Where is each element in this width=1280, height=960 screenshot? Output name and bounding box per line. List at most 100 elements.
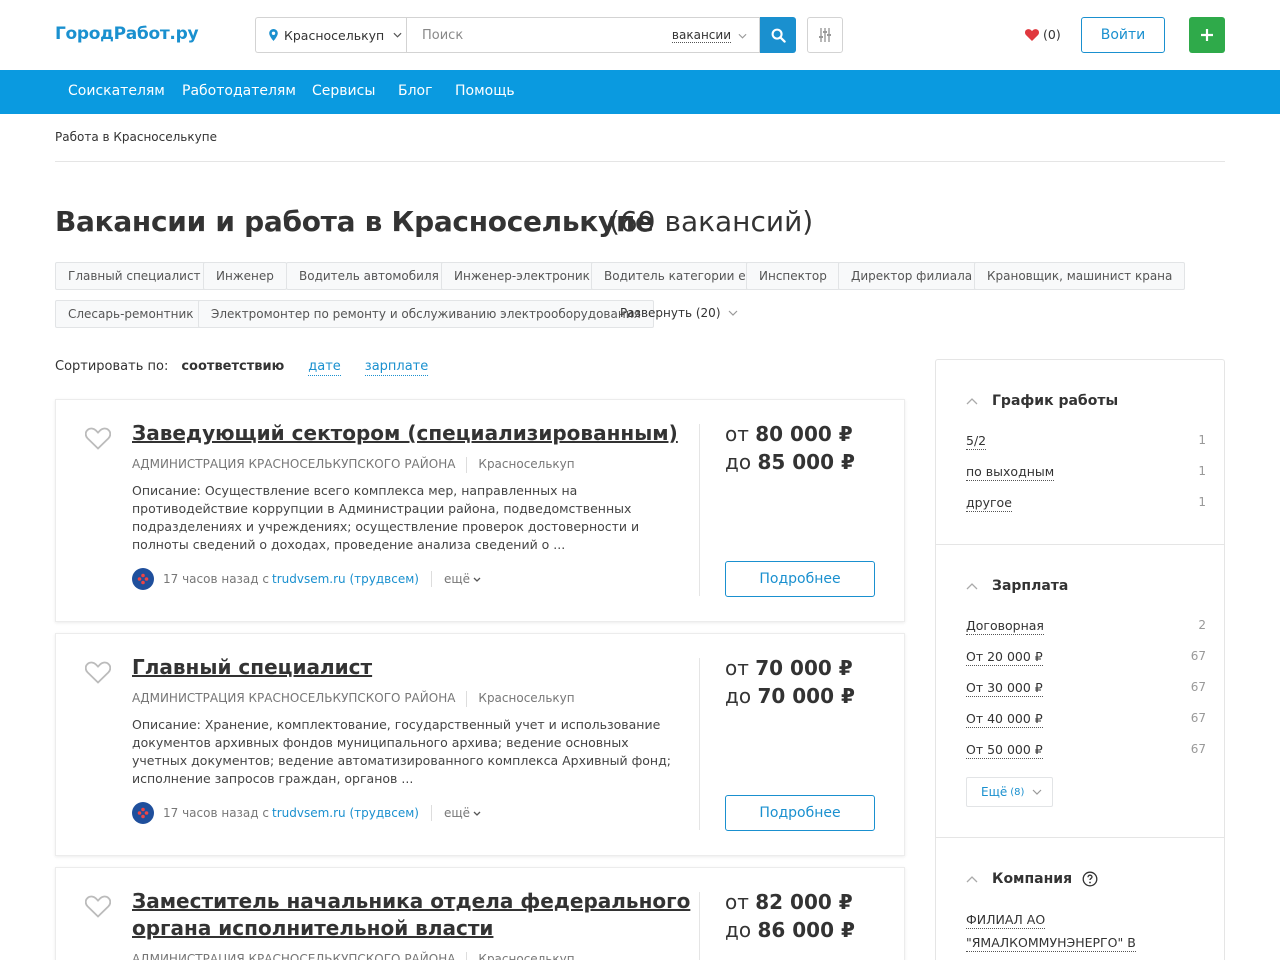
logo[interactable]: ГородРабот.ру: [55, 24, 199, 44]
salary-prefix: от: [725, 656, 749, 680]
source-logo-icon: [132, 802, 154, 824]
city-select[interactable]: Красноселькуп: [255, 17, 406, 53]
salary-from-value: 82 000 ₽: [755, 890, 853, 914]
location-pin-icon: [269, 29, 278, 41]
search-input[interactable]: Поиск вакансии: [406, 17, 760, 53]
filter-count: 1: [1198, 464, 1206, 478]
salary-to: до 85 000 ₽: [725, 448, 855, 476]
more-label: Ещё: [981, 785, 1008, 799]
chevron-down-icon: [393, 32, 402, 38]
salary-prefix: до: [725, 450, 752, 474]
breadcrumb[interactable]: Работа в Красноселькупе: [55, 130, 217, 144]
salary-from: от 82 000 ₽: [725, 888, 853, 916]
details-button[interactable]: Подробнее: [725, 795, 875, 831]
salary-filter-title: Зарплата: [992, 578, 1069, 594]
plus-icon: [1201, 29, 1213, 41]
nav-blog[interactable]: Блог: [398, 83, 432, 99]
sort-date[interactable]: дате: [308, 359, 341, 376]
source-link[interactable]: trudvsem.ru (трудвсем): [272, 572, 419, 586]
company-name[interactable]: АДМИНИСТРАЦИЯ КРАСНОСЕЛЬКУПСКОГО РАЙОНА: [132, 952, 455, 960]
tag-chip[interactable]: Водитель автомобиля: [286, 262, 452, 290]
salary-filter-header[interactable]: Зарплата: [966, 578, 1068, 594]
filter-option[interactable]: 5/2: [966, 433, 987, 450]
search-icon: [771, 28, 786, 43]
search-button[interactable]: [760, 17, 796, 53]
company-name[interactable]: АДМИНИСТРАЦИЯ КРАСНОСЕЛЬКУПСКОГО РАЙОНА: [132, 691, 455, 707]
tag-chip[interactable]: Электромонтер по ремонту и обслуживанию …: [198, 300, 654, 328]
filter-option[interactable]: другое: [966, 495, 1012, 512]
sort-salary[interactable]: зарплате: [364, 359, 429, 376]
filter-option[interactable]: От 30 000 ₽: [966, 680, 1043, 697]
company-name[interactable]: АДМИНИСТРАЦИЯ КРАСНОСЕЛЬКУПСКОГО РАЙОНА: [132, 457, 455, 473]
vacancy-title-link[interactable]: Главный специалист: [132, 654, 692, 681]
vacancy-card: Заведующий сектором (специализированным)…: [55, 399, 905, 622]
schedule-filter-header[interactable]: График работы: [966, 393, 1118, 409]
vacancy-title-link[interactable]: Заведующий сектором (специализированным): [132, 420, 692, 447]
tag-chip[interactable]: Слесарь-ремонтник: [55, 300, 207, 328]
filter-option[interactable]: От 20 000 ₽: [966, 649, 1043, 666]
help-icon[interactable]: [1082, 871, 1098, 887]
tag-chip[interactable]: Главный специалист: [55, 262, 214, 290]
city-label: Красноселькуп: [284, 27, 385, 43]
favorites-count: (0): [1043, 27, 1061, 42]
filter-count: 67: [1190, 649, 1206, 663]
main-nav: Соискателям Работодателям Сервисы Блог П…: [0, 70, 1280, 114]
nav-job-seekers[interactable]: Соискателям: [68, 83, 165, 99]
tag-chip[interactable]: Водитель категории е: [591, 262, 759, 290]
separator: [430, 805, 432, 821]
favorites-link[interactable]: (0): [1025, 27, 1061, 42]
sliders-icon: [819, 28, 831, 42]
chevron-down-icon: [473, 577, 481, 582]
tag-chip[interactable]: Инженер-электроник: [441, 262, 603, 290]
sort-label: Сортировать по:: [55, 359, 169, 374]
vacancy-meta: 17 часов назад с trudvsem.ru (трудвсем) …: [132, 568, 481, 590]
nav-help[interactable]: Помощь: [455, 83, 515, 99]
filter-count: 1: [1198, 495, 1206, 509]
tag-chip[interactable]: Инженер: [203, 262, 287, 290]
header: ГородРабот.ру Красноселькуп Поиск ваканс…: [0, 0, 1280, 70]
salary-from: от 70 000 ₽: [725, 654, 853, 682]
more-dropdown[interactable]: ещё: [444, 572, 470, 586]
separator: [430, 571, 432, 587]
heart-outline-icon[interactable]: [85, 661, 111, 684]
company-filter-header[interactable]: Компания: [966, 871, 1098, 887]
tag-chip[interactable]: Директор филиала: [838, 262, 986, 290]
sort-relevance[interactable]: соответствию: [181, 359, 284, 376]
filter-count: 67: [1190, 711, 1206, 725]
page-title: Вакансии и работа в Красноселькупе: [55, 205, 654, 238]
salary-more-button[interactable]: Ещё (8): [966, 777, 1053, 807]
heart-outline-icon[interactable]: [85, 895, 111, 918]
salary-to-value: 70 000 ₽: [757, 684, 855, 708]
search-scope-select[interactable]: вакансии: [671, 28, 731, 43]
nav-employers[interactable]: Работодателям: [182, 83, 296, 99]
login-button[interactable]: Войти: [1081, 17, 1165, 53]
heart-outline-icon[interactable]: [85, 427, 111, 450]
heart-icon: [1025, 28, 1039, 41]
tag-chip[interactable]: Крановщик, машинист крана: [974, 262, 1186, 290]
divider: [699, 892, 700, 960]
nav-services[interactable]: Сервисы: [312, 83, 375, 99]
filter-count: 2: [1198, 618, 1206, 632]
company-line: АДМИНИСТРАЦИЯ КРАСНОСЕЛЬКУПСКОГО РАЙОНА …: [132, 457, 575, 473]
source-link[interactable]: trudvsem.ru (трудвсем): [272, 806, 419, 820]
filter-option[interactable]: ФИЛИАЛ АО: [966, 912, 1046, 929]
filter-option[interactable]: От 40 000 ₽: [966, 711, 1043, 728]
filter-option[interactable]: Договорная: [966, 618, 1044, 635]
filters-button[interactable]: [807, 17, 843, 53]
filters-sidebar: График работы 5/2 1 по выходным 1 другое…: [935, 359, 1225, 960]
more-dropdown[interactable]: ещё: [444, 806, 470, 820]
vacancy-city: Красноселькуп: [478, 457, 575, 471]
expand-tags-button[interactable]: Развернуть (20): [620, 306, 738, 320]
salary-from-value: 70 000 ₽: [755, 656, 853, 680]
salary-to-value: 86 000 ₽: [757, 918, 855, 942]
filter-option[interactable]: "ЯМАЛКОММУНЭНЕРГО" В: [966, 935, 1136, 952]
add-vacancy-button[interactable]: [1189, 17, 1225, 53]
details-button[interactable]: Подробнее: [725, 561, 875, 597]
filter-option[interactable]: От 50 000 ₽: [966, 742, 1043, 759]
filter-count: 1: [1198, 433, 1206, 447]
search-group: Красноселькуп Поиск вакансии: [255, 17, 796, 53]
vacancy-card: Главный специалист АДМИНИСТРАЦИЯ КРАСНОС…: [55, 633, 905, 856]
filter-option[interactable]: по выходным: [966, 464, 1055, 481]
vacancy-title-link[interactable]: Заместитель начальника отдела федерально…: [132, 888, 692, 942]
tag-chip[interactable]: Инспектор: [746, 262, 840, 290]
